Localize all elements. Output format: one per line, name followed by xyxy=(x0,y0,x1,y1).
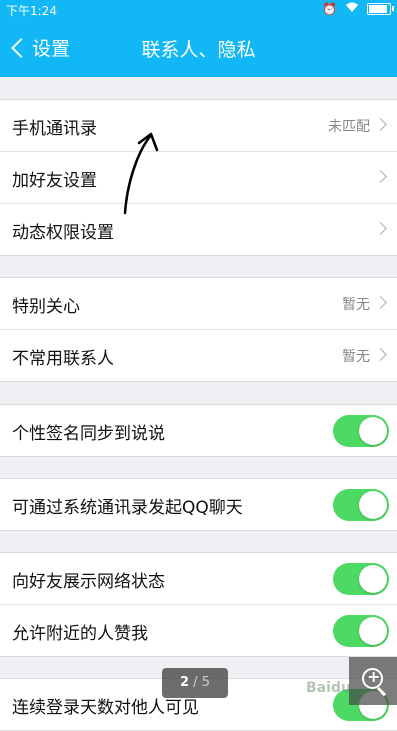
row-value: 暂无 xyxy=(342,349,370,365)
page-title: 联系人、隐私 xyxy=(141,39,256,61)
settings-group-contacts: 手机通讯录 未匹配 加好友设置 动态权限设置 xyxy=(0,99,397,256)
row-label: 动态权限设置 xyxy=(12,223,114,243)
row-label: 个性签名同步到说说 xyxy=(12,424,165,444)
pager-total: 5 xyxy=(201,675,210,690)
settings-group-special: 特别关心 暂无 不常用联系人 暂无 xyxy=(0,277,397,382)
watermark: Baidu xyxy=(306,680,351,696)
chevron-right-icon xyxy=(374,170,387,183)
chevron-right-icon xyxy=(374,296,387,309)
status-time: 下午1:24 xyxy=(6,4,57,18)
row-special-care[interactable]: 特别关心 暂无 xyxy=(0,278,397,330)
row-allow-nearby-likes: 允许附近的人赞我 xyxy=(0,605,397,656)
row-label: 向好友展示网络状态 xyxy=(12,572,165,592)
chevron-right-icon xyxy=(374,118,387,131)
toggle-knob xyxy=(359,417,387,445)
row-label: 特别关心 xyxy=(12,297,80,317)
nav-bar: 设置 联系人、隐私 xyxy=(0,20,397,77)
toggle-knob xyxy=(359,565,387,593)
settings-group-system-contacts: 可通过系统通讯录发起QQ聊天 xyxy=(0,478,397,531)
wifi-icon xyxy=(345,2,359,16)
network-status-toggle[interactable] xyxy=(333,563,389,595)
status-bar: 下午1:24 ⏰ xyxy=(0,0,397,20)
toggle-knob xyxy=(359,617,387,645)
image-pager: 2 / 5 xyxy=(162,668,228,698)
battery-icon xyxy=(367,3,394,15)
row-feed-permissions[interactable]: 动态权限设置 xyxy=(0,204,397,255)
row-system-contacts-chat: 可通过系统通讯录发起QQ聊天 xyxy=(0,479,397,530)
row-label: 可通过系统通讯录发起QQ聊天 xyxy=(12,498,243,518)
row-label: 允许附近的人赞我 xyxy=(12,624,148,644)
row-show-network-status: 向好友展示网络状态 xyxy=(0,553,397,605)
alarm-icon: ⏰ xyxy=(322,2,337,16)
pager-current: 2 xyxy=(180,675,190,690)
settings-group-status: 向好友展示网络状态 允许附近的人赞我 xyxy=(0,552,397,657)
row-label: 加好友设置 xyxy=(12,171,97,191)
row-value: 暂无 xyxy=(342,297,370,313)
pager-separator: / xyxy=(189,675,202,690)
row-value: 未匹配 xyxy=(328,119,370,135)
nearby-likes-toggle[interactable] xyxy=(333,615,389,647)
zoom-button[interactable] xyxy=(349,657,397,705)
signature-sync-toggle[interactable] xyxy=(333,415,389,447)
settings-group-signature: 个性签名同步到说说 xyxy=(0,404,397,457)
status-icons: ⏰ xyxy=(322,2,394,16)
zoom-in-icon xyxy=(362,667,383,689)
row-phone-contacts[interactable]: 手机通讯录 未匹配 xyxy=(0,100,397,152)
row-label: 手机通讯录 xyxy=(12,119,97,139)
row-label: 不常用联系人 xyxy=(12,349,114,369)
chevron-right-icon xyxy=(374,222,387,235)
chevron-right-icon xyxy=(374,348,387,361)
row-signature-sync: 个性签名同步到说说 xyxy=(0,405,397,456)
row-infrequent-contacts[interactable]: 不常用联系人 暂无 xyxy=(0,330,397,381)
toggle-knob xyxy=(359,491,387,519)
row-add-friend-settings[interactable]: 加好友设置 xyxy=(0,152,397,204)
system-contacts-chat-toggle[interactable] xyxy=(333,489,389,521)
